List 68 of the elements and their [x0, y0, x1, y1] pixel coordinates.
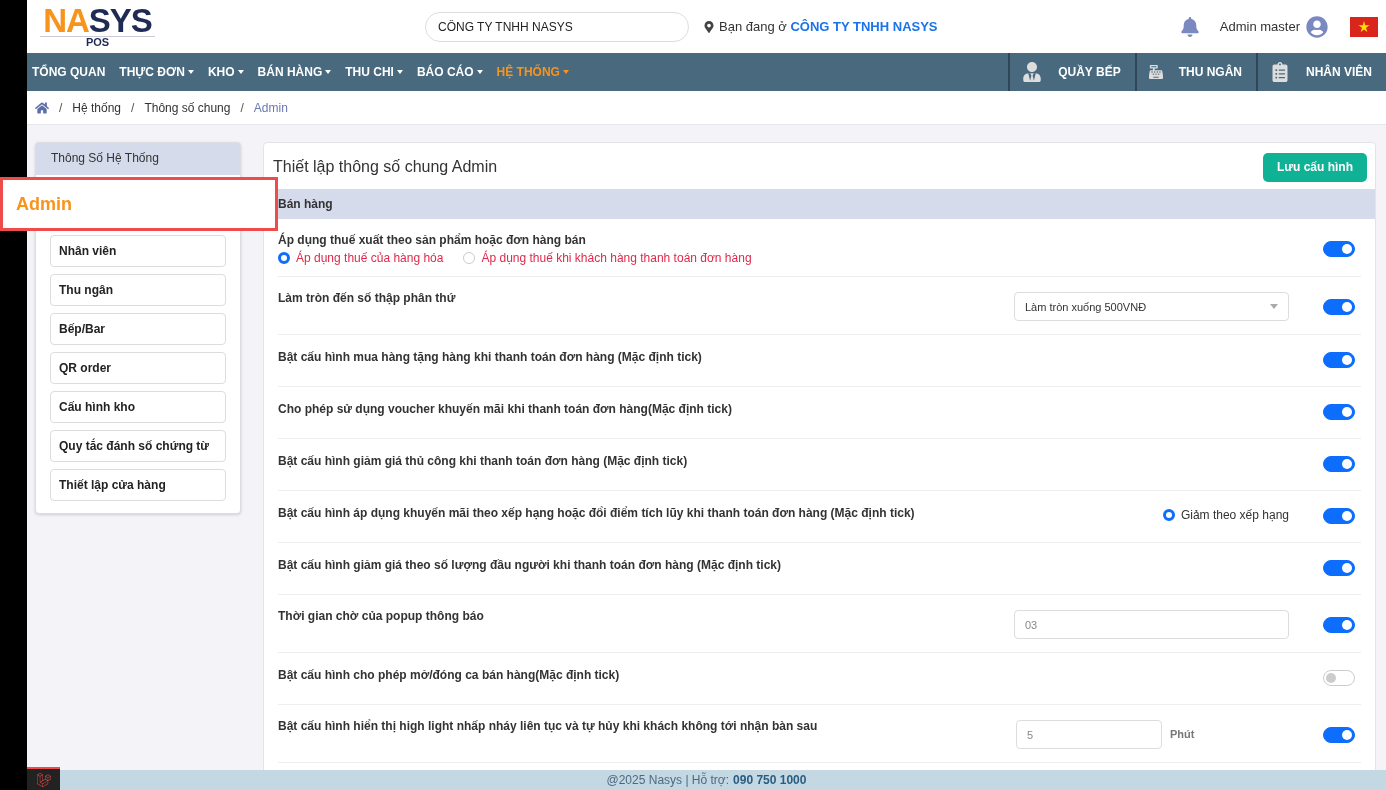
- input-field[interactable]: 5: [1016, 720, 1162, 749]
- radio-icon[interactable]: [1162, 509, 1175, 521]
- sidebar-item[interactable]: Nhân viên: [50, 235, 226, 267]
- toggle-switch[interactable]: [1323, 299, 1355, 315]
- toggle-switch[interactable]: [1323, 617, 1355, 633]
- footer-text: @2025 Nasys | Hỗ trợ: 090 750 1000: [606, 773, 807, 787]
- toggle-switch[interactable]: [1323, 508, 1355, 524]
- bell-icon[interactable]: [1179, 16, 1200, 37]
- radio-option[interactable]: Áp dụng thuế của hàng hóa: [278, 251, 444, 265]
- company-search-field[interactable]: CÔNG TY TNHH NASYS: [425, 11, 689, 42]
- sidebar-item[interactable]: Quy tắc đánh số chứng từ: [50, 430, 226, 462]
- clipboard-icon: [1270, 62, 1290, 82]
- breadcrumb-link[interactable]: Admin: [253, 100, 288, 115]
- map-pin-icon: [703, 20, 715, 33]
- laravel-icon[interactable]: [27, 767, 60, 790]
- breadcrumb-link[interactable]: Thông số chung: [144, 100, 231, 115]
- sidebar-item[interactable]: Cấu hình kho: [50, 391, 226, 423]
- radio-icon[interactable]: [463, 252, 476, 264]
- caret-icon: [1270, 304, 1278, 309]
- nav-item[interactable]: THỰC ĐƠN: [113, 53, 202, 91]
- logo: NASYS POS: [35, 6, 160, 47]
- input-field[interactable]: 03: [1014, 610, 1289, 639]
- avatar-icon[interactable]: [1306, 15, 1328, 38]
- sidebar-item[interactable]: Bếp/Bar: [50, 313, 226, 345]
- toggle-switch[interactable]: [1323, 670, 1355, 686]
- toggle-switch[interactable]: [1323, 352, 1355, 368]
- panel-title: Thiết lập thông số chung Admin: [273, 158, 498, 176]
- nav-item[interactable]: THU CHI: [339, 53, 411, 91]
- unit-label: Phút: [1170, 728, 1196, 740]
- home-icon[interactable]: [35, 100, 49, 115]
- breadcrumb-separator: /: [131, 100, 135, 115]
- radio-option[interactable]: Giảm theo xếp hạng: [1162, 508, 1289, 522]
- radio-icon[interactable]: [278, 252, 290, 264]
- sidebar-item[interactable]: Thu ngân: [50, 274, 226, 306]
- setting-label: Thời gian chờ của popup thông báo: [278, 609, 485, 623]
- toggle-switch[interactable]: [1323, 404, 1355, 420]
- sidebar-item[interactable]: Thiết lập cửa hàng: [50, 469, 226, 501]
- setting-label: Bật cấu hình hiển thị high light nhấp nháy liên tục và tự hủy khi khách không tới nhận bàn sau: [278, 719, 819, 733]
- rounding-select[interactable]: Làm tròn xuống 500VNĐ: [1014, 292, 1289, 321]
- quick-link[interactable]: QUẦY BẾP: [1058, 65, 1121, 79]
- sidebar-title: Thông Số Hệ Thống: [36, 143, 240, 175]
- user-name[interactable]: Admin master: [1219, 19, 1300, 34]
- nav-item[interactable]: KHO: [201, 53, 252, 91]
- sidebar-item[interactable]: QR order: [50, 352, 226, 384]
- toggle-switch[interactable]: [1323, 241, 1355, 257]
- setting-label: Bật cấu hình giảm giá thủ công khi thanh toán đơn hàng (Mặc định tick): [278, 454, 689, 468]
- nav-item[interactable]: BÁN HÀNG: [251, 53, 340, 91]
- quick-link[interactable]: THU NGÂN: [1178, 65, 1242, 79]
- radio-option[interactable]: Áp dụng thuế khi khách hàng thanh toán đơn hàng: [463, 251, 752, 265]
- breadcrumb-link[interactable]: Hệ thống: [72, 100, 122, 115]
- setting-label: Áp dụng thuế xuất theo sản phẩm hoặc đơn hàng bán: [278, 233, 587, 247]
- quick-link[interactable]: NHÂN VIÊN: [1306, 65, 1372, 79]
- breadcrumb-separator: /: [240, 100, 244, 115]
- setting-label: Bật cấu hình mua hàng tặng hàng khi thanh toán đơn hàng (Mặc định tick): [278, 350, 703, 364]
- nav-item[interactable]: BÁO CÁO: [410, 53, 491, 91]
- toggle-switch[interactable]: [1323, 727, 1355, 743]
- toggle-switch[interactable]: [1323, 560, 1355, 576]
- setting-label: Làm tròn đến số thập phân thứ: [278, 291, 457, 305]
- nav-item[interactable]: TỔNG QUAN: [27, 53, 114, 91]
- toggle-switch[interactable]: [1323, 456, 1355, 472]
- cash-register-icon: [1148, 65, 1163, 79]
- setting-label: Cho phép sử dụng voucher khuyến mãi khi thanh toán đơn hàng(Mặc định tick): [278, 402, 733, 416]
- breadcrumb-separator: /: [59, 100, 63, 115]
- location-text: Bạn đang ở CÔNG TY TNHH NASYS: [719, 19, 938, 34]
- setting-label: Bật cấu hình cho phép mở/đóng ca bán hàng(Mặc định tick): [278, 668, 621, 682]
- setting-label: Bật cấu hình áp dụng khuyến mãi theo xếp hạng hoặc đổi điểm tích lũy khi thanh toán đơn hàng (Mặc định tick): [278, 506, 916, 520]
- flag-icon[interactable]: [1350, 16, 1378, 37]
- setting-label: Bật cấu hình giảm giá theo số lượng đầu người khi thanh toán đơn hàng (Mặc định tick): [278, 558, 782, 572]
